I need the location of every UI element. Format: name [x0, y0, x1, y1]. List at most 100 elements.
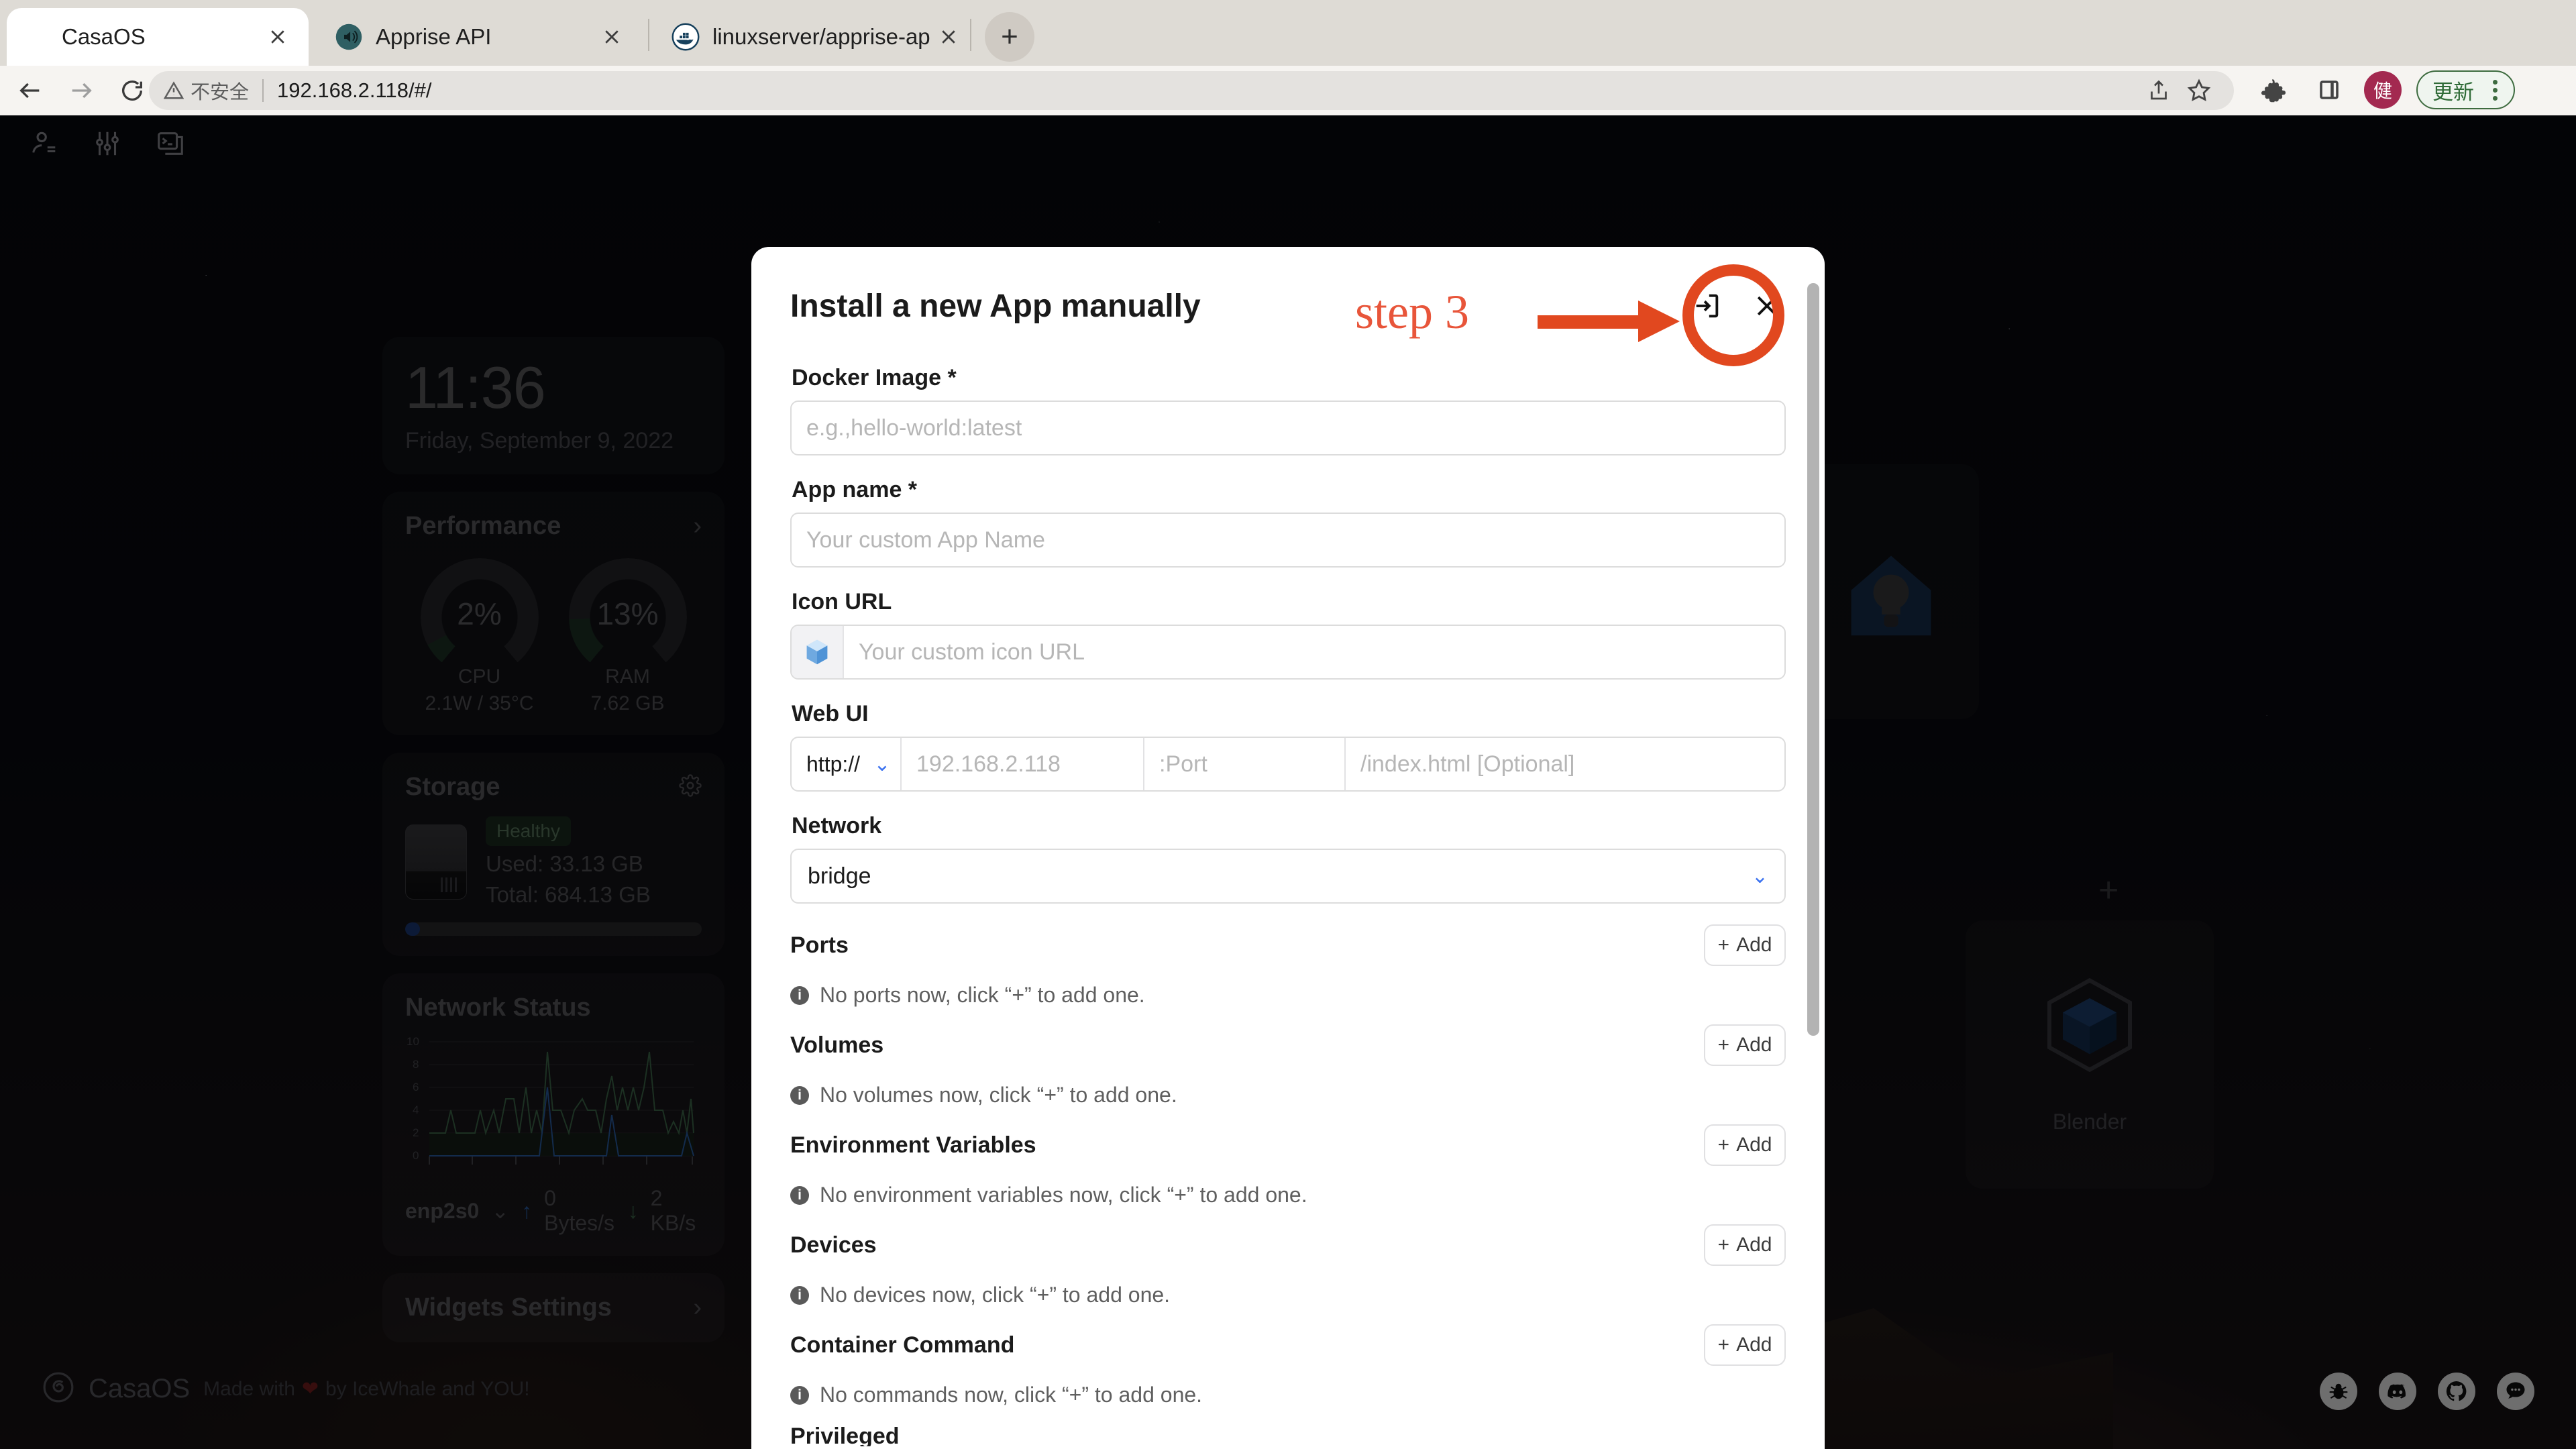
- update-button[interactable]: 更新: [2416, 70, 2515, 109]
- section-privileged: Privileged: [790, 1424, 1786, 1446]
- toolbar-right-cluster: 健 更新: [2254, 70, 2515, 110]
- add-label: Add: [1736, 1334, 1772, 1356]
- section-note-text: No devices now, click “+” to add one.: [820, 1283, 1171, 1307]
- plus-icon: +: [1717, 1134, 1730, 1156]
- info-icon: i: [790, 985, 809, 1005]
- kebab-menu-icon[interactable]: [2483, 79, 2507, 101]
- section-title: Ports: [790, 932, 849, 958]
- url-text: 192.168.2.118/#/: [277, 78, 432, 102]
- security-warning[interactable]: 不安全: [164, 76, 249, 105]
- web-ui-scheme-value[interactable]: http://: [792, 738, 864, 790]
- info-icon: i: [790, 1085, 809, 1105]
- section-header: Volumes + Add: [790, 1024, 1786, 1067]
- info-icon: i: [790, 1385, 809, 1405]
- browser-toolbar: 不安全 192.168.2.118/#/ 健 更新: [0, 66, 2576, 115]
- install-app-modal: Install a new App manually Docker Image …: [751, 247, 1825, 1449]
- avatar[interactable]: 健: [2364, 71, 2402, 109]
- tab-title: linuxserver/apprise-api - Docke: [712, 24, 931, 49]
- web-ui-path-input[interactable]: /index.html [Optional]: [1346, 738, 1784, 790]
- section-title: Devices: [790, 1232, 877, 1258]
- web-ui-host-input[interactable]: 192.168.2.118: [902, 738, 1144, 790]
- tab-title: Apprise API: [376, 24, 492, 49]
- chevron-down-icon[interactable]: ⌄: [864, 738, 902, 790]
- section-title: Environment Variables: [790, 1132, 1036, 1158]
- docker-image-label: Docker Image *: [792, 365, 957, 390]
- puzzle-icon[interactable]: [2254, 70, 2294, 110]
- add-command-button[interactable]: + Add: [1704, 1324, 1786, 1366]
- network-select-value: bridge: [808, 863, 871, 889]
- tab-strip: CasaOS Apprise API linuxserver/apprise-a…: [0, 0, 2576, 66]
- plus-icon: +: [1717, 1334, 1730, 1356]
- warning-triangle-icon: [164, 81, 184, 99]
- section-devices: Devices + Add i No devices now, click “+…: [790, 1224, 1786, 1307]
- back-arrow-icon[interactable]: [9, 70, 51, 111]
- tab-docker-hub[interactable]: linuxserver/apprise-api - Docke: [657, 8, 979, 66]
- web-ui-port-input[interactable]: :Port: [1144, 738, 1346, 790]
- section-empty-note: i No environment variables now, click “+…: [790, 1183, 1786, 1208]
- tab-apprise-api[interactable]: Apprise API: [321, 8, 643, 66]
- add-env-button[interactable]: + Add: [1704, 1124, 1786, 1166]
- section-header: Environment Variables + Add: [790, 1124, 1786, 1167]
- modal-header: Install a new App manually: [790, 247, 1786, 365]
- omnibox-divider: [262, 79, 264, 102]
- info-icon: i: [790, 1285, 809, 1305]
- cube-icon[interactable]: [792, 626, 844, 678]
- network-label: Network: [792, 813, 882, 839]
- plus-icon: +: [1717, 1034, 1730, 1056]
- privileged-label: Privileged: [790, 1424, 900, 1446]
- section-title: Container Command: [790, 1332, 1015, 1358]
- star-icon[interactable]: [2179, 70, 2219, 111]
- app-name-label: App name *: [792, 477, 918, 502]
- add-device-button[interactable]: + Add: [1704, 1224, 1786, 1266]
- close-icon[interactable]: [260, 19, 295, 54]
- section-header: Ports + Add: [790, 924, 1786, 967]
- tab-favicon: [20, 22, 50, 52]
- plus-icon: +: [1717, 934, 1730, 956]
- close-icon[interactable]: [594, 19, 629, 54]
- network-select[interactable]: bridge ⌄: [790, 849, 1786, 904]
- add-label: Add: [1736, 934, 1772, 956]
- icon-url-input[interactable]: Your custom icon URL: [844, 626, 1784, 678]
- info-icon: i: [790, 1185, 809, 1205]
- section-ports: Ports + Add i No ports now, click “+” to…: [790, 924, 1786, 1008]
- icon-url-label: Icon URL: [792, 589, 892, 614]
- side-panel-icon[interactable]: [2309, 70, 2349, 110]
- plus-icon: +: [1717, 1234, 1730, 1256]
- section-empty-note: i No devices now, click “+” to add one.: [790, 1283, 1786, 1307]
- close-icon[interactable]: [931, 19, 966, 54]
- page-title: Install a new App manually: [790, 288, 1201, 324]
- add-label: Add: [1736, 1234, 1772, 1256]
- section-environment-variables: Environment Variables + Add i No environ…: [790, 1124, 1786, 1208]
- modal-scroll-area: Install a new App manually Docker Image …: [751, 247, 1825, 1446]
- new-tab-button[interactable]: +: [985, 12, 1034, 62]
- section-title: Volumes: [790, 1032, 884, 1058]
- address-bar[interactable]: 不安全 192.168.2.118/#/: [149, 71, 2234, 110]
- apprise-icon: [334, 22, 364, 52]
- section-note-text: No ports now, click “+” to add one.: [820, 983, 1145, 1007]
- icon-url-row: Your custom icon URL: [790, 625, 1786, 680]
- add-port-button[interactable]: + Add: [1704, 924, 1786, 966]
- section-note-text: No commands now, click “+” to add one.: [820, 1383, 1203, 1407]
- modal-scrollbar[interactable]: [1807, 283, 1819, 1036]
- share-icon[interactable]: [2139, 70, 2179, 111]
- section-empty-note: i No volumes now, click “+” to add one.: [790, 1083, 1786, 1108]
- casaos-desktop: 11:36 Friday, September 9, 2022 Performa…: [0, 115, 2576, 1449]
- web-ui-row: http:// ⌄ 192.168.2.118 :Port /index.htm…: [790, 737, 1786, 792]
- reload-icon[interactable]: [111, 70, 153, 111]
- docker-image-input[interactable]: e.g.,hello-world:latest: [790, 400, 1786, 455]
- modal-footer: Install: [751, 1446, 1825, 1449]
- close-icon[interactable]: [1748, 287, 1786, 325]
- tab-separator: [970, 19, 971, 51]
- forward-arrow-icon[interactable]: [60, 70, 102, 111]
- app-name-input[interactable]: Your custom App Name: [790, 513, 1786, 568]
- tab-casaos[interactable]: CasaOS: [7, 8, 309, 66]
- section-container-command: Container Command + Add i No commands no…: [790, 1324, 1786, 1407]
- docker-icon: [671, 22, 700, 52]
- chevron-down-icon[interactable]: ⌄: [1752, 865, 1768, 888]
- section-header: Container Command + Add: [790, 1324, 1786, 1366]
- add-volume-button[interactable]: + Add: [1704, 1024, 1786, 1066]
- import-icon[interactable]: [1688, 287, 1725, 325]
- section-note-text: No environment variables now, click “+” …: [820, 1183, 1307, 1207]
- browser-chrome: CasaOS Apprise API linuxserver/apprise-a…: [0, 0, 2576, 115]
- section-empty-note: i No commands now, click “+” to add one.: [790, 1383, 1786, 1407]
